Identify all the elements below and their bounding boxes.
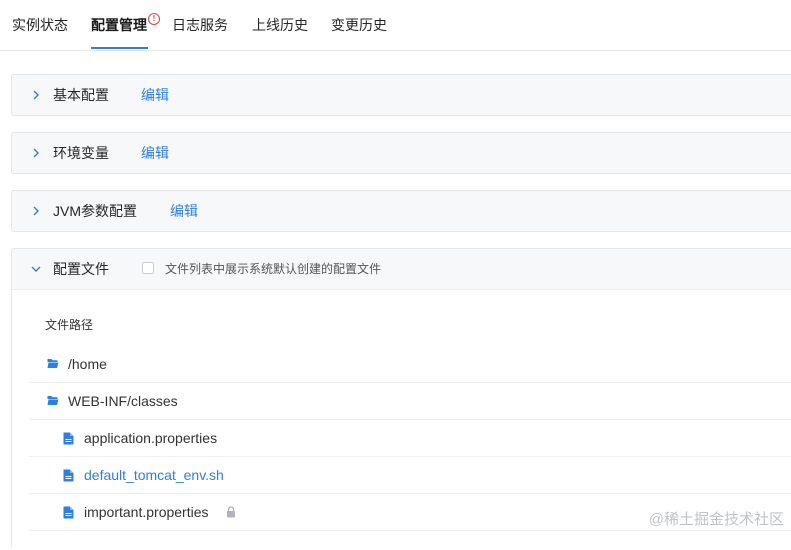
panel-header-env-vars[interactable]: 环境变量 编辑 [12, 133, 791, 173]
folder-open-icon [47, 396, 59, 405]
tab-instance-status[interactable]: 实例状态 [12, 15, 68, 35]
chevron-right-icon[interactable] [30, 205, 42, 217]
folder-open-icon [47, 359, 59, 368]
panel-header-jvm-config[interactable]: JVM参数配置 编辑 [12, 191, 791, 231]
edit-link[interactable]: 编辑 [141, 144, 169, 162]
panel-header-basic-config[interactable]: 基本配置 编辑 [12, 75, 791, 115]
file-path-header: 文件路径 [45, 318, 94, 332]
file-icon [63, 469, 74, 482]
panel-jvm-config: JVM参数配置 编辑 [11, 190, 791, 232]
alert-circle-icon: ! [148, 13, 160, 25]
tab-log-service[interactable]: 日志服务 [172, 15, 228, 35]
panel-env-vars: 环境变量 编辑 [11, 132, 791, 174]
tree-row-label: WEB-INF/classes [68, 393, 178, 409]
tree-row-label: important.properties [84, 504, 209, 520]
file-icon [63, 432, 74, 445]
tree-row-label: /home [68, 356, 107, 372]
chevron-right-icon[interactable] [30, 147, 42, 159]
panel-title: 基本配置 [53, 87, 109, 103]
tree-row-folder[interactable]: WEB-INF/classes [29, 383, 791, 420]
chevron-right-icon[interactable] [30, 89, 42, 101]
show-default-files-checkbox[interactable] [142, 262, 154, 274]
panel-header-config-files[interactable]: 配置文件 文件列表中展示系统默认创建的配置文件 [12, 249, 791, 289]
tree-row-label: application.properties [84, 430, 218, 446]
tree-row-file[interactable]: default_tomcat_env.sh [29, 457, 791, 494]
chevron-down-icon[interactable] [30, 263, 42, 275]
lock-icon [227, 506, 235, 518]
panel-title: JVM参数配置 [53, 203, 137, 219]
tab-config-management[interactable]: 配置管理 [91, 15, 147, 35]
panel-config-files: 配置文件 文件列表中展示系统默认创建的配置文件 文件路径 /home WEB-I… [11, 248, 791, 550]
tab-release-history[interactable]: 上线历史 [252, 15, 308, 35]
edit-link[interactable]: 编辑 [170, 202, 198, 220]
tab-change-history[interactable]: 变更历史 [331, 15, 387, 35]
checkbox-label[interactable]: 文件列表中展示系统默认创建的配置文件 [165, 262, 381, 276]
panel-basic-config: 基本配置 编辑 [11, 74, 791, 116]
tree-row-file[interactable]: application.properties [29, 420, 791, 457]
file-icon [63, 506, 74, 519]
panel-title: 配置文件 [53, 261, 109, 277]
panel-title: 环境变量 [53, 145, 109, 161]
tab-bar: 实例状态 配置管理 ! 日志服务 上线历史 变更历史 [0, 0, 791, 51]
watermark: @稀土掘金技术社区 [648, 511, 784, 528]
tree-row-label-link[interactable]: default_tomcat_env.sh [84, 467, 224, 483]
tree-row-folder[interactable]: /home [29, 346, 791, 383]
active-tab-indicator [91, 47, 148, 49]
edit-link[interactable]: 编辑 [141, 86, 169, 104]
